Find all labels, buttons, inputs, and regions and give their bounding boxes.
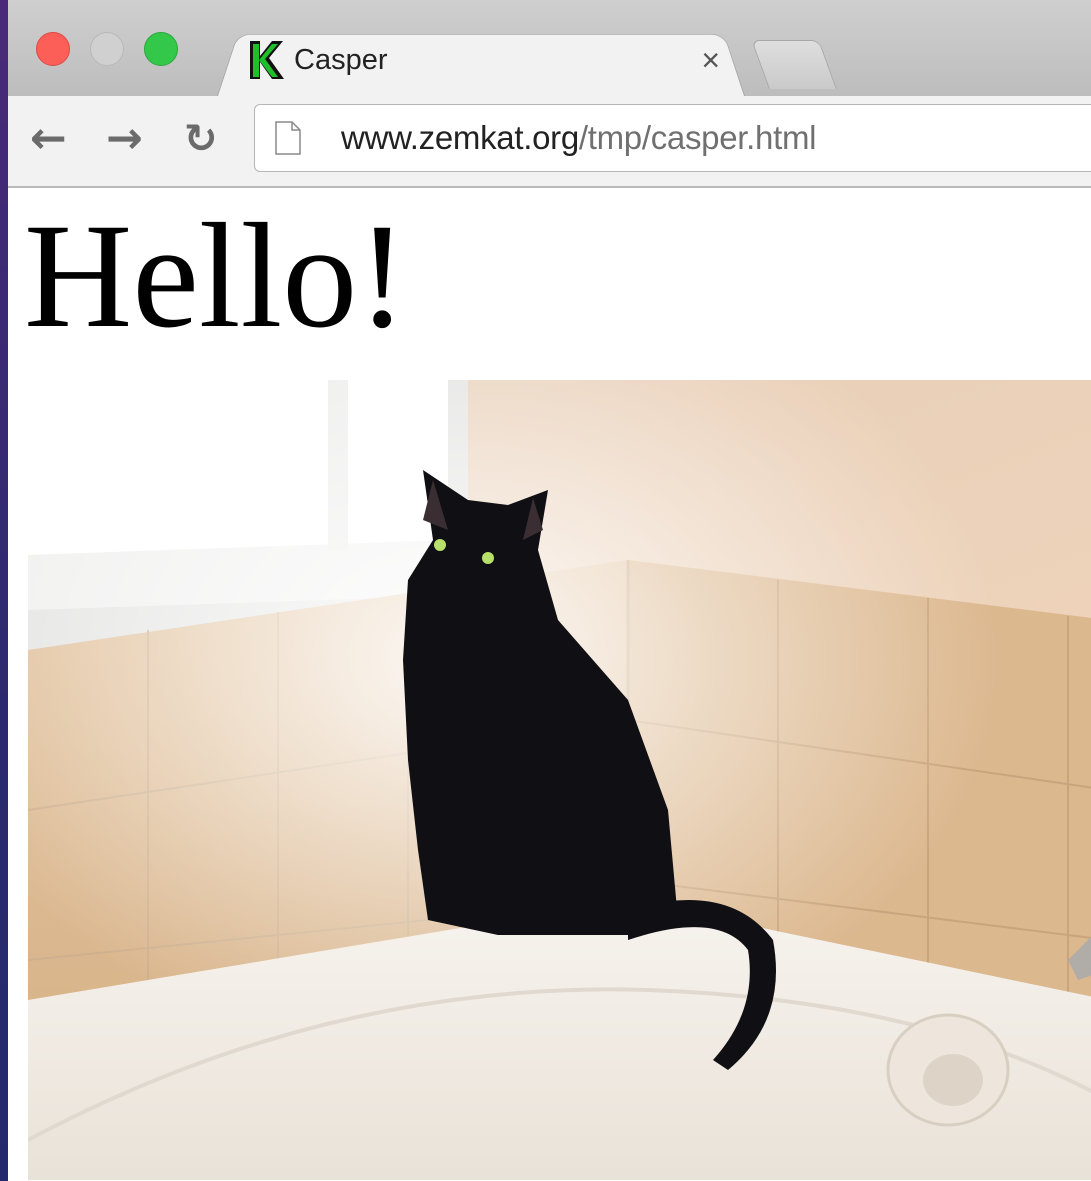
reload-icon[interactable]: ↻	[184, 112, 218, 166]
browser-window: Casper × ← → ↻ www.zemkat.org/tmp/casper…	[8, 0, 1091, 1181]
page-icon	[275, 121, 301, 155]
page-content: Hello!	[8, 188, 1091, 1181]
window-maximize-button[interactable]	[144, 32, 178, 66]
address-bar[interactable]: www.zemkat.org/tmp/casper.html	[254, 104, 1091, 172]
k-favicon-icon	[250, 41, 284, 79]
back-arrow-icon[interactable]: ←	[30, 112, 67, 166]
new-tab-button[interactable]	[751, 40, 837, 89]
browser-toolbar: ← → ↻ www.zemkat.org/tmp/casper.html	[8, 96, 1091, 188]
url-path: /tmp/casper.html	[578, 119, 817, 156]
window-minimize-button[interactable]	[90, 32, 124, 66]
tab-title: Casper	[294, 43, 388, 76]
tab-content[interactable]: Casper ×	[240, 38, 730, 82]
cat-photo	[28, 380, 1091, 1180]
window-close-button[interactable]	[36, 32, 70, 66]
tab-strip: Casper ×	[8, 0, 1091, 99]
url-domain: www.zemkat.org	[341, 119, 579, 156]
url-text[interactable]: www.zemkat.org/tmp/casper.html	[341, 119, 816, 157]
page-heading: Hello!	[24, 193, 408, 359]
forward-arrow-icon[interactable]: →	[106, 112, 143, 166]
tab-close-icon[interactable]: ×	[701, 44, 720, 76]
